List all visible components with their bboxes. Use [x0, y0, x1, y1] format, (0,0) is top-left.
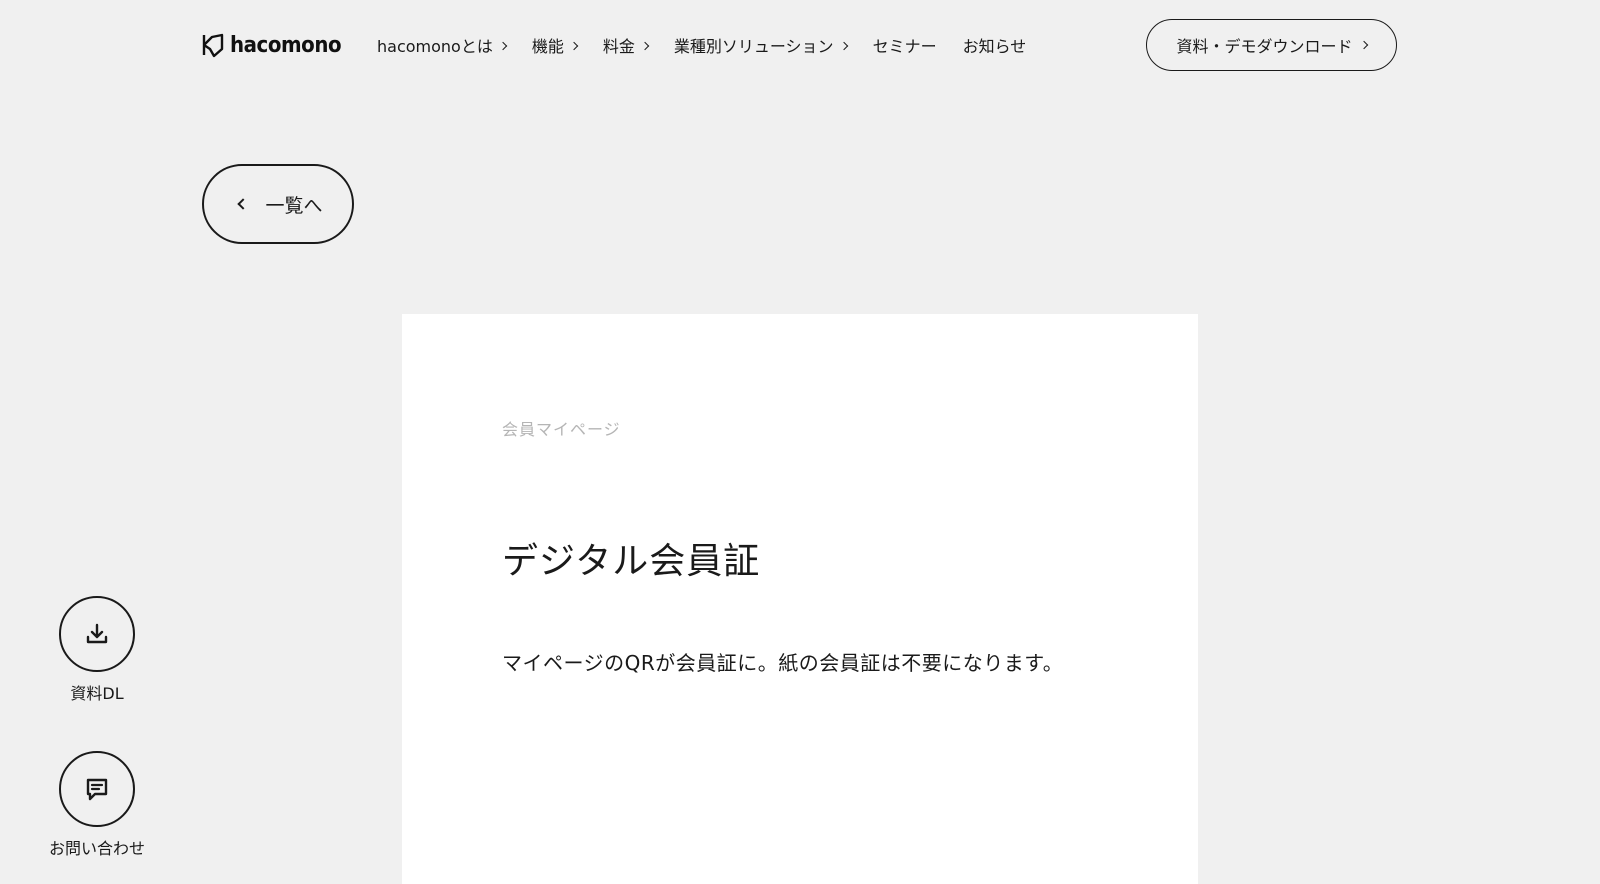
download-circle[interactable]: [59, 596, 135, 672]
nav-item-label: 機能: [531, 37, 564, 56]
logo[interactable]: hacomono: [202, 30, 353, 60]
nav-item-label: hacomonoとは: [377, 37, 493, 56]
feature-card: 会員マイページ デジタル会員証 マイページのQRが会員証に。紙の会員証は不要にな…: [402, 314, 1198, 884]
card-category: 会員マイページ: [502, 420, 621, 439]
floating-download-button[interactable]: 資料DL: [37, 596, 157, 704]
logo-text: hacomono: [230, 32, 342, 58]
nav-item-features[interactable]: 機能: [531, 33, 579, 57]
site-header: hacomono hacomonoとは 機能 料金 業種別ソリューション セミナ…: [0, 0, 1600, 90]
contact-circle[interactable]: [59, 751, 135, 827]
nav-item-label: 業種別ソリューション: [673, 37, 834, 56]
download-icon: [86, 623, 108, 644]
floating-download-label: 資料DL: [70, 684, 124, 703]
card-description: マイページのQRが会員証に。紙の会員証は不要になります。: [502, 651, 1064, 675]
nav-item-news[interactable]: お知らせ: [963, 33, 1027, 57]
nav-item-about[interactable]: hacomonoとは: [377, 33, 508, 57]
nav-item-pricing[interactable]: 料金: [602, 33, 650, 57]
floating-contact-label: お問い合わせ: [48, 839, 145, 858]
back-to-list-button[interactable]: 一覧へ: [202, 164, 354, 244]
nav-item-solutions[interactable]: 業種別ソリューション: [673, 33, 848, 57]
chevron-left-icon: [237, 198, 250, 210]
hacomono-logo-icon: [202, 33, 224, 58]
chevron-right-icon: [839, 41, 848, 50]
back-to-list-label: 一覧へ: [265, 194, 323, 217]
chevron-right-icon: [498, 41, 508, 50]
nav-item-seminar[interactable]: セミナー: [873, 33, 937, 57]
nav-item-label: お知らせ: [962, 37, 1027, 56]
nav-item-label: セミナー: [872, 37, 937, 56]
main-nav: hacomonoとは 機能 料金 業種別ソリューション セミナー お知らせ: [377, 30, 1026, 60]
chat-icon: [86, 778, 108, 801]
chevron-right-icon: [1359, 40, 1368, 50]
nav-item-label: 料金: [602, 37, 635, 56]
download-materials-button[interactable]: 資料・デモダウンロード: [1146, 19, 1397, 71]
download-materials-label: 資料・デモダウンロード: [1176, 37, 1353, 56]
chevron-right-icon: [640, 41, 650, 50]
page-title: デジタル会員証: [502, 541, 761, 582]
floating-contact-button[interactable]: お問い合わせ: [37, 751, 157, 859]
chevron-right-icon: [569, 41, 579, 50]
